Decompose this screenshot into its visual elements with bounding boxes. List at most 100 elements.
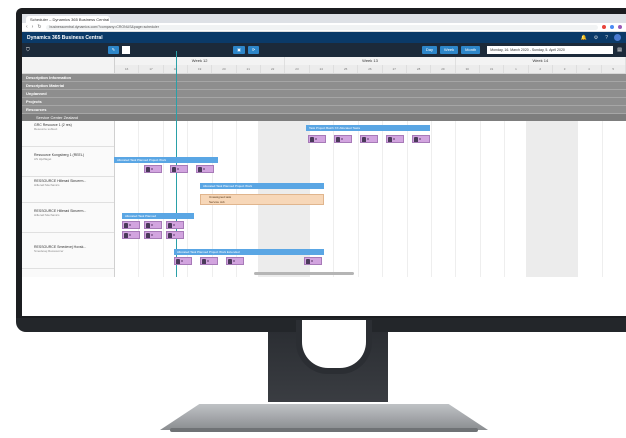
timeline-header-left bbox=[22, 57, 115, 73]
resource-area: GRC Resource 1 (2 res) Resource subtext Re… bbox=[22, 51, 626, 277]
assigned-resource-chip[interactable]: R bbox=[166, 231, 184, 239]
assigned-resource-chip[interactable]: R bbox=[122, 221, 140, 229]
day-header: 2 bbox=[529, 65, 553, 73]
assigned-resource-chip[interactable]: R bbox=[308, 135, 326, 143]
day-header: 20 bbox=[212, 65, 237, 73]
resource-row[interactable]: RESSOURCE Smedevej Hovsk... Smedevej Ress… bbox=[22, 245, 114, 269]
current-time-line bbox=[176, 51, 177, 277]
group-label: Unplanned bbox=[26, 91, 47, 96]
task-bar[interactable]: Allocated Task Planned Project Work Exte… bbox=[174, 249, 324, 255]
resource-row[interactable]: GRC Resource 1 (2 res) Resource subtext bbox=[22, 123, 114, 147]
group-row[interactable]: Projects bbox=[22, 98, 626, 106]
browser-tab[interactable]: Scheduler – Dynamics 365 Business Centra… bbox=[26, 16, 110, 23]
user-avatar[interactable] bbox=[614, 34, 621, 41]
extension-icon[interactable] bbox=[602, 25, 606, 29]
day-gridline bbox=[480, 121, 481, 277]
edit-button[interactable]: ✎ bbox=[107, 46, 120, 54]
help-icon[interactable]: ? bbox=[605, 35, 608, 41]
chip-label: R bbox=[151, 223, 154, 227]
person-icon bbox=[124, 222, 128, 228]
day-header: 30 bbox=[456, 65, 480, 73]
group-label: Description Information bbox=[26, 75, 72, 80]
horizontal-scrollbar[interactable] bbox=[254, 272, 354, 275]
bell-icon[interactable]: 🔔 bbox=[581, 35, 587, 41]
url-field[interactable]: businesscentral.dynamics.com/?company=CR… bbox=[45, 24, 598, 30]
day-gridline bbox=[382, 121, 383, 277]
refresh-button[interactable]: ⟳ bbox=[247, 46, 260, 54]
resource-subtitle: AS Hjulflaget bbox=[34, 157, 52, 161]
assigned-resource-chip[interactable]: R bbox=[144, 165, 162, 173]
assigned-resource-chip[interactable]: R bbox=[334, 135, 352, 143]
day-header: 24 bbox=[310, 65, 334, 73]
toolbar-input[interactable] bbox=[122, 46, 131, 54]
resource-row[interactable]: RESSOURCE Hillerød Skruerm... Hillerød Me… bbox=[22, 209, 114, 233]
person-icon bbox=[414, 136, 418, 142]
assigned-resource-chip[interactable]: R bbox=[360, 135, 378, 143]
calendar-icon[interactable]: ▤ bbox=[617, 47, 622, 53]
assigned-resource-chip[interactable]: R bbox=[196, 165, 214, 173]
date-range-picker[interactable]: Monday, 16. March 2020 - Sunday, 5. Apri… bbox=[487, 46, 614, 54]
day-view-button[interactable]: Day bbox=[421, 46, 437, 54]
assigned-resource-chip[interactable]: R bbox=[144, 231, 162, 239]
chip-label: R bbox=[151, 167, 154, 171]
group-label: Resources bbox=[26, 107, 47, 112]
profile-icon[interactable] bbox=[618, 25, 622, 29]
day-header: 21 bbox=[237, 65, 261, 73]
assigned-resource-chip[interactable]: R bbox=[412, 135, 430, 143]
resource-subtitle: Hillerød Mechanics bbox=[34, 183, 60, 187]
reload-icon[interactable]: ↻ bbox=[37, 24, 41, 30]
gear-icon[interactable]: ⚙ bbox=[594, 35, 598, 41]
day-gridline bbox=[407, 121, 408, 277]
group-row[interactable]: Unplanned bbox=[22, 90, 626, 98]
unassigned-task[interactable]: Unassigned task Service Job bbox=[200, 194, 324, 205]
group-row[interactable]: Description Information bbox=[22, 74, 626, 82]
person-icon bbox=[168, 232, 172, 238]
back-icon[interactable]: ‹ bbox=[26, 24, 28, 30]
resource-row[interactable]: Ressource Kongsberg 1 (REEL) AS Hjulflage… bbox=[22, 153, 114, 177]
chip-label: R bbox=[341, 137, 344, 141]
group-row[interactable]: Resources bbox=[22, 106, 626, 114]
week-header: Week 12 bbox=[115, 57, 286, 65]
person-icon bbox=[124, 232, 128, 238]
save-button[interactable]: ▣ bbox=[233, 46, 245, 54]
task-bar[interactable]: Allocated Task Planned bbox=[122, 213, 194, 219]
day-header: 28 bbox=[407, 65, 432, 73]
assigned-resource-chip[interactable]: R bbox=[226, 257, 244, 265]
group-row[interactable]: Description Material bbox=[22, 82, 626, 90]
browser-tab-bar: Scheduler – Dynamics 365 Business Centra… bbox=[22, 14, 626, 23]
month-view-button[interactable]: Month bbox=[461, 46, 481, 54]
person-icon bbox=[228, 258, 232, 264]
chip-label: R bbox=[129, 233, 132, 237]
assigned-resource-chip[interactable]: R bbox=[386, 135, 404, 143]
day-header: 23 bbox=[285, 65, 310, 73]
day-header: 17 bbox=[139, 65, 164, 73]
filter-icon[interactable]: ⛉ bbox=[26, 47, 30, 53]
assigned-resource-chip[interactable]: R bbox=[200, 257, 218, 265]
task-bar[interactable]: Allocated Task Planned Project Work bbox=[114, 157, 218, 163]
assigned-resource-chip[interactable]: R bbox=[170, 165, 188, 173]
assigned-resource-chip[interactable]: R bbox=[144, 221, 162, 229]
assigned-resource-chip[interactable]: R bbox=[304, 257, 322, 265]
day-gridline bbox=[333, 121, 334, 277]
task-bar[interactable]: Allocated Task Planned Project Work bbox=[200, 183, 324, 189]
assigned-resource-chip[interactable]: R bbox=[166, 221, 184, 229]
assigned-resource-chip[interactable]: R bbox=[174, 257, 192, 265]
subgroup-row[interactable]: Service Center Zealand bbox=[22, 114, 626, 121]
resource-row[interactable]: RESSOURCE Hillerød Skruerm... Hillerød Me… bbox=[22, 179, 114, 203]
app-header: Dynamics 365 Business Central 🔔 ⚙ ? bbox=[22, 32, 626, 43]
week-view-button[interactable]: Week bbox=[439, 46, 459, 54]
day-header: 19 bbox=[188, 65, 213, 73]
person-icon bbox=[146, 166, 150, 172]
assigned-resource-chip[interactable]: R bbox=[122, 231, 140, 239]
chip-label: R bbox=[151, 233, 154, 237]
extension-icon[interactable] bbox=[610, 25, 614, 29]
chip-label: R bbox=[311, 259, 314, 263]
person-icon bbox=[176, 258, 180, 264]
screen: Scheduler – Dynamics 365 Business Centra… bbox=[22, 14, 626, 316]
task-bar[interactable]: Task Project Batch XX Allocated Tasks bbox=[306, 125, 430, 131]
day-header: 31 bbox=[480, 65, 505, 73]
forward-icon[interactable]: › bbox=[32, 24, 34, 30]
chip-label: R bbox=[129, 223, 132, 227]
subgroup-label: Service Center Zealand bbox=[36, 115, 79, 120]
chip-label: R bbox=[207, 259, 210, 263]
